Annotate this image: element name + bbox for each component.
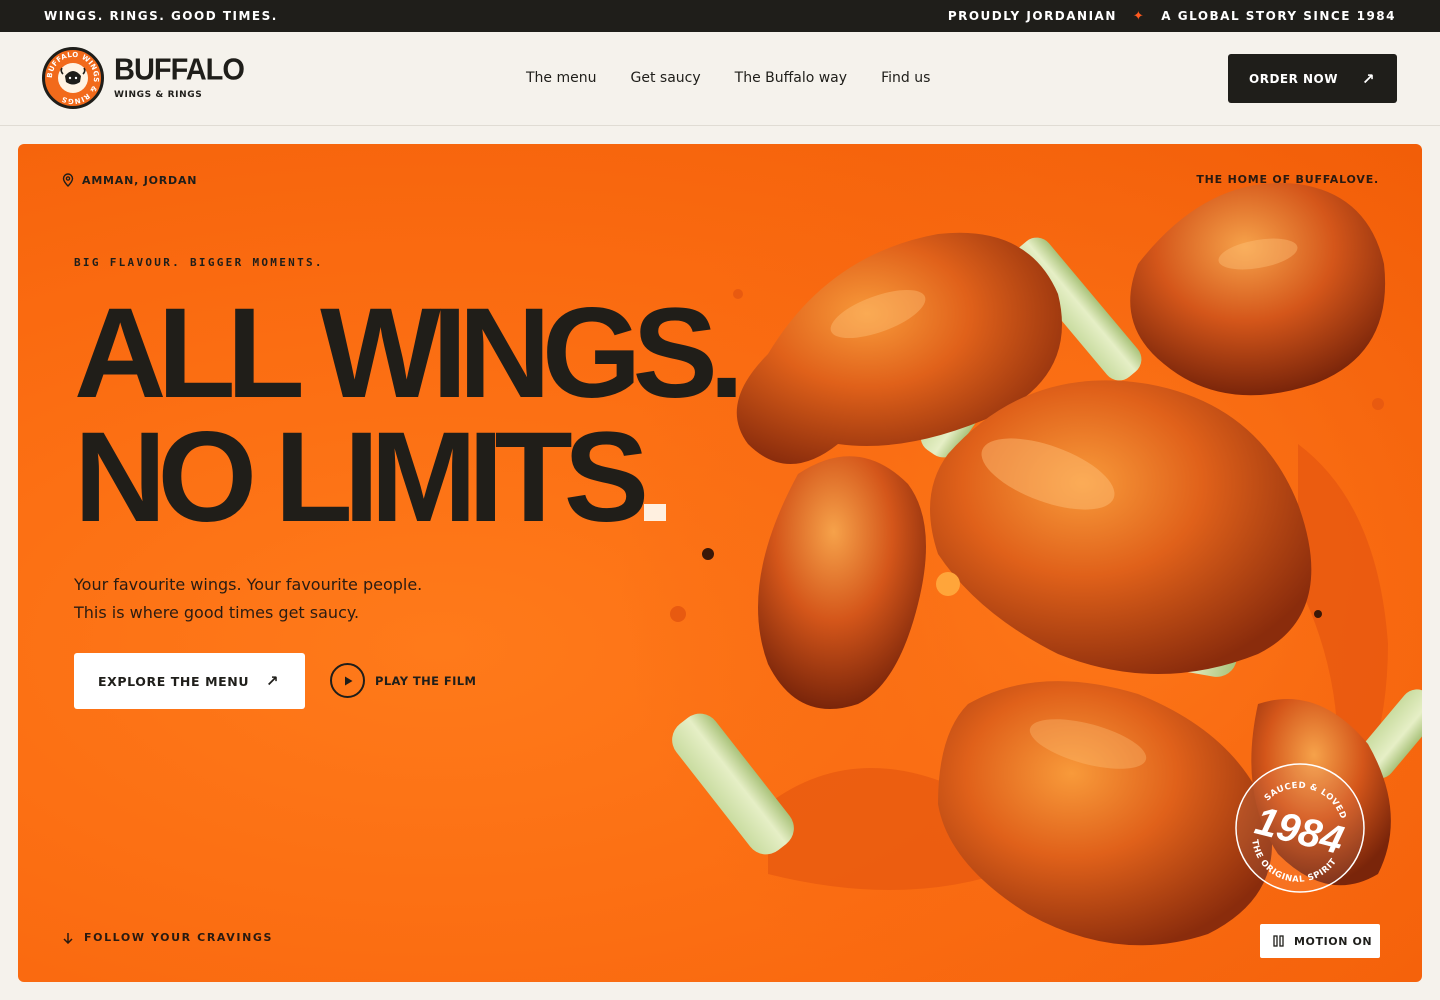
arrow-up-right-icon: ↗: [265, 672, 279, 690]
motion-toggle-button[interactable]: MOTION ON: [1260, 924, 1380, 958]
scroll-cue-label: FOLLOW YOUR CRAVINGS: [84, 931, 274, 944]
arrow-up-right-icon: ↗: [1361, 69, 1375, 88]
play-film-button[interactable]: PLAY THE FILM: [330, 663, 476, 698]
explore-menu-button[interactable]: EXPLORE THE MENU ↗: [74, 653, 305, 709]
logo-badge-icon: BUFFALO WINGS & RINGS: [42, 47, 104, 109]
play-icon: [330, 663, 365, 698]
announcement-left: WINGS. RINGS. GOOD TIMES.: [44, 9, 278, 23]
logo-wordmark: BUFFALO WINGS & RINGS: [114, 53, 245, 100]
play-film-label: PLAY THE FILM: [375, 673, 477, 688]
hero: AMMAN, JORDAN THE HOME OF BUFFALOVE. BIG…: [18, 144, 1422, 982]
site-header: BUFFALO WINGS & RINGS BUFFALO WINGS & RI…: [0, 32, 1440, 126]
logo-brand: BUFFALO: [114, 53, 245, 87]
lede-line-2: This is where good times get saucy.: [74, 603, 360, 622]
lede-line-1: Your favourite wings. Your favourite peo…: [74, 575, 423, 594]
order-now-button[interactable]: ORDER NOW ↗: [1228, 54, 1397, 103]
arrow-down-icon: [63, 932, 73, 944]
announcement-bar: WINGS. RINGS. GOOD TIMES. PROUDLY JORDAN…: [0, 0, 1440, 32]
motion-toggle-label: MOTION ON: [1294, 934, 1373, 948]
pause-icon: [1273, 935, 1284, 947]
sparkle-icon: ✦: [1132, 8, 1146, 24]
location-text: AMMAN, JORDAN: [82, 173, 198, 187]
scroll-cue[interactable]: FOLLOW YOUR CRAVINGS: [62, 931, 273, 944]
hero-kicker: BIG FLAVOUR. BIGGER MOMENTS.: [74, 256, 324, 269]
nav-item-the-buffalo-way[interactable]: The Buffalo way: [735, 70, 847, 86]
announcement-right: PROUDLY JORDANIAN ✦ A GLOBAL STORY SINCE…: [948, 9, 1396, 24]
explore-menu-label: EXPLORE THE MENU: [98, 673, 250, 689]
logo[interactable]: BUFFALO WINGS & RINGS BUFFALO WINGS & RI…: [42, 47, 245, 109]
main-nav: The menu Get saucy The Buffalo way Find …: [526, 70, 930, 86]
seal-badge: SAUCED & LOVED 1984 THE ORIGINAL SPIRIT: [1235, 763, 1365, 894]
logo-ring: BUFFALO WINGS & RINGS: [46, 51, 100, 105]
headline-line-2: NO LIMITS: [74, 406, 649, 549]
hero-headline: ALL WINGS. NO LIMITS: [74, 282, 744, 542]
location-label: AMMAN, JORDAN: [62, 173, 197, 187]
headline-line-1: ALL WINGS.: [74, 282, 744, 425]
nav-item-find-us[interactable]: Find us: [881, 70, 930, 86]
hero-lede: Your favourite wings. Your favourite peo…: [74, 571, 422, 627]
location-pin-icon: [62, 173, 74, 187]
nav-item-the-menu[interactable]: The menu: [526, 70, 597, 86]
announcement-secondary: A GLOBAL STORY SINCE 1984: [1161, 9, 1396, 23]
nav-item-get-saucy[interactable]: Get saucy: [631, 70, 701, 86]
logo-sub: WINGS & RINGS: [114, 90, 203, 100]
announcement-primary: PROUDLY JORDANIAN: [947, 9, 1117, 23]
order-now-label: ORDER NOW: [1249, 71, 1338, 86]
headline-line-2-wrap: NO LIMITS: [74, 414, 735, 542]
home-of-tagline: THE HOME OF BUFFALOVE.: [1196, 173, 1379, 186]
headline-cursor: [644, 504, 667, 521]
